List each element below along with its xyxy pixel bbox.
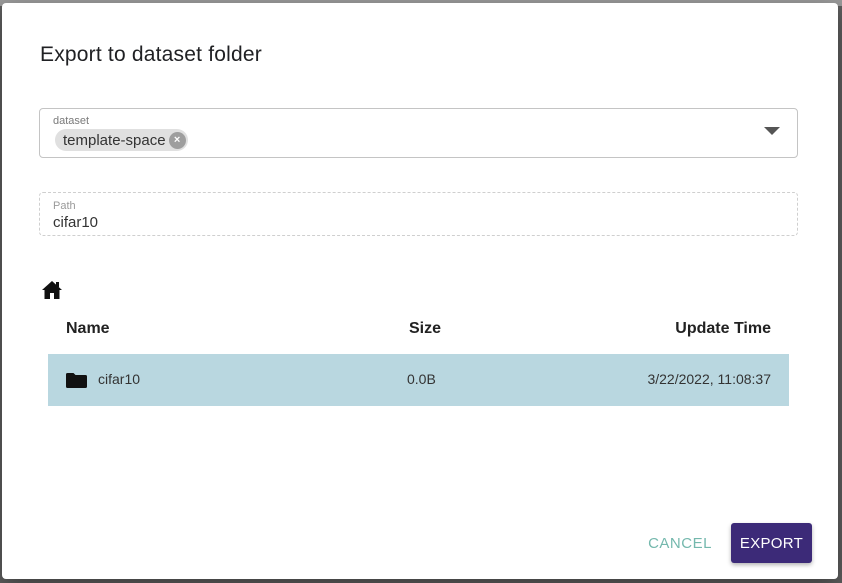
export-button[interactable]: EXPORT: [731, 523, 812, 563]
row-size: 0.0B: [407, 371, 436, 387]
table-row[interactable]: cifar10 0.0B 3/22/2022, 11:08:37: [48, 354, 789, 406]
dataset-chip-label: template-space: [63, 131, 166, 149]
path-label: Path: [53, 200, 76, 212]
chip-remove-icon[interactable]: ×: [168, 131, 186, 149]
dataset-label: dataset: [53, 115, 90, 127]
column-header-update-time[interactable]: Update Time: [675, 320, 771, 338]
row-update-time: 3/22/2022, 11:08:37: [647, 371, 771, 387]
path-field[interactable]: Path cifar10: [39, 192, 798, 236]
dataset-chip: template-space ×: [55, 129, 188, 151]
table-header: Name Size Update Time: [48, 316, 789, 346]
folder-icon: [66, 373, 87, 388]
path-value: cifar10: [53, 214, 99, 231]
row-name: cifar10: [98, 371, 141, 387]
cancel-button[interactable]: CANCEL: [642, 524, 718, 562]
column-header-size[interactable]: Size: [409, 320, 441, 338]
dataset-select[interactable]: dataset template-space ×: [39, 108, 798, 158]
dropdown-arrow-icon[interactable]: [764, 127, 780, 135]
home-icon[interactable]: [41, 280, 63, 300]
export-dialog: Export to dataset folder dataset templat…: [2, 3, 838, 579]
dialog-title: Export to dataset folder: [40, 43, 262, 66]
column-header-name[interactable]: Name: [66, 320, 110, 338]
